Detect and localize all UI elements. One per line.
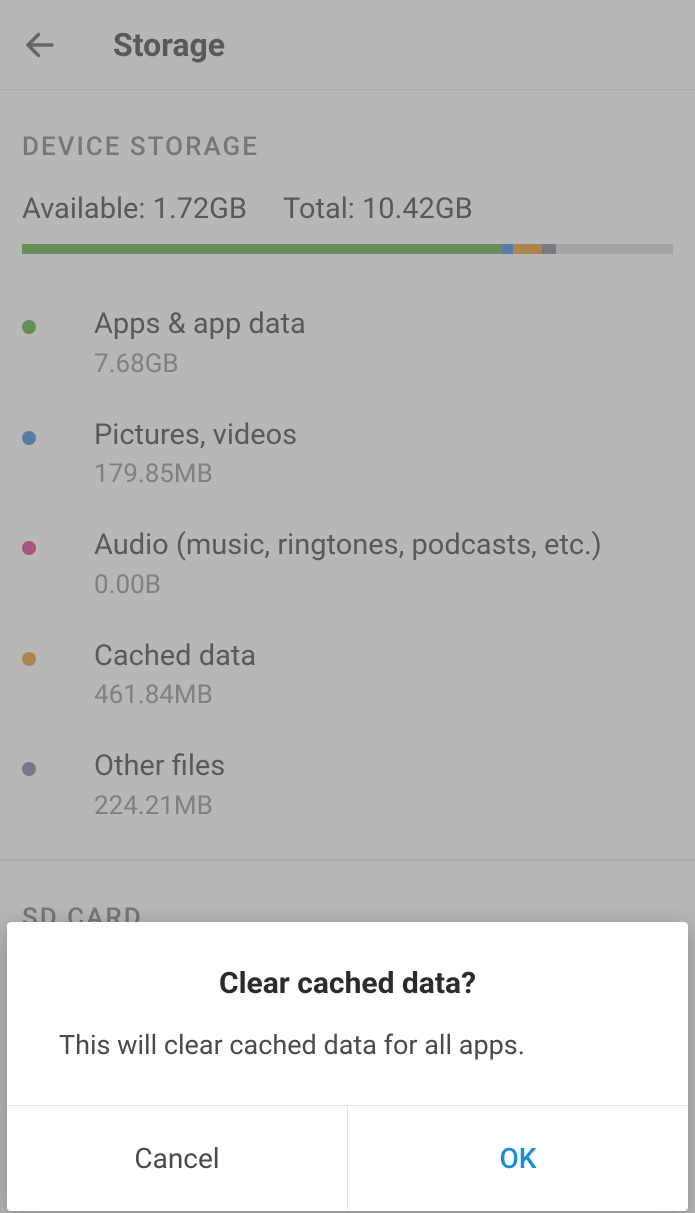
ok-button[interactable]: OK [347, 1106, 688, 1211]
dialog-title: Clear cached data? [7, 922, 688, 1029]
cancel-button[interactable]: Cancel [7, 1106, 347, 1211]
dialog-message: This will clear cached data for all apps… [7, 1029, 688, 1105]
clear-cache-dialog: Clear cached data? This will clear cache… [7, 922, 688, 1211]
dialog-button-row: Cancel OK [7, 1105, 688, 1211]
